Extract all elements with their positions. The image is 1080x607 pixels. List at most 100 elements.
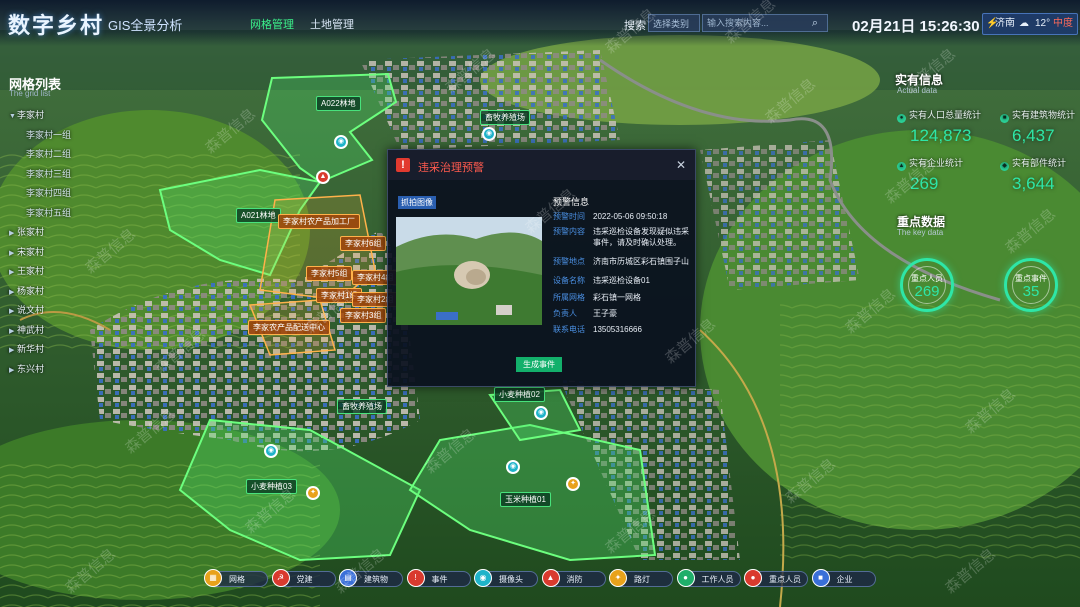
toolbar-party-button[interactable]: ☭ 党建 <box>271 569 336 587</box>
map-label-wheat-02[interactable]: 小麦种植02 <box>494 387 545 402</box>
chevron-right-icon: ▶ <box>9 269 15 276</box>
map-label-distribution-center[interactable]: 李家农产品配送中心 <box>248 320 330 335</box>
key-events-value: 35 <box>1022 283 1040 300</box>
toolbar-fire-button[interactable]: ▲ 消防 <box>541 569 606 587</box>
cloud-icon: ☁ <box>1019 18 1029 29</box>
map-label-livestock-farm[interactable]: 畜牧养殖场 <box>480 110 530 125</box>
staff-icon: ● <box>676 569 695 587</box>
app-subtitle: GIS全景分析 <box>108 18 183 33</box>
stat-component-value: 3,644 <box>1012 174 1055 193</box>
category-select[interactable]: 选择类别 <box>648 14 700 32</box>
key-persons-ring[interactable]: 重点人员 269 <box>900 258 954 312</box>
stat-company-value: 269 <box>910 174 939 193</box>
grid-item[interactable]: ▶ 王家村 <box>9 264 44 277</box>
toolbar-event-button[interactable]: ! 事件 <box>406 569 471 587</box>
warning-icon: ! <box>396 158 410 172</box>
people-icon: ● <box>897 114 906 123</box>
toolbar-building-button[interactable]: ▤ 建筑物 <box>339 569 403 587</box>
air-quality: 中度 <box>1053 18 1073 29</box>
grid-item[interactable]: ▼李家村 <box>9 108 44 121</box>
map-label-forest-a022[interactable]: A022林地 <box>316 96 361 111</box>
camera-pin-icon[interactable]: ◉ <box>482 127 496 141</box>
toolbar-streetlight-button[interactable]: ✦ 路灯 <box>609 569 673 587</box>
stat-population-value: 124,873 <box>910 126 972 145</box>
stat-building-value: 6,437 <box>1012 126 1055 145</box>
close-icon[interactable]: ✕ <box>676 158 686 172</box>
camera-pin-icon[interactable]: ◉ <box>334 135 348 149</box>
toolbar-grid-button[interactable]: ▦ 网格 <box>204 569 268 587</box>
chevron-right-icon: ▶ <box>9 327 15 335</box>
key-persons-value: 269 <box>914 283 940 300</box>
camera-pin-icon[interactable]: ◉ <box>506 460 520 474</box>
stat-population-label: ● 实有人口总量统计 <box>897 108 981 123</box>
chevron-right-icon: ▶ <box>9 366 15 374</box>
grid-list-subtitle: The grid list <box>9 89 51 98</box>
streetlight-icon: ✦ <box>609 569 627 587</box>
grid-item[interactable]: ▶ 新华村 <box>9 342 44 355</box>
captured-photo[interactable] <box>396 217 542 325</box>
generate-event-button[interactable]: 生成事件 <box>516 357 562 372</box>
grid-item[interactable]: ▶ 东兴村 <box>9 362 44 375</box>
camera-pin-icon[interactable]: ◉ <box>264 444 278 458</box>
top-header: 数字乡村 GIS全景分析 网格管理 土地管理 搜索 选择类别 ⌕ 02月21日 … <box>0 0 1080 46</box>
toolbar-staff-button[interactable]: ● 工作人员 <box>676 569 741 587</box>
toolbar-company-button[interactable]: ■ 企业 <box>811 569 876 587</box>
camera-pin-icon[interactable]: ◉ <box>534 406 548 420</box>
grid-item[interactable]: ▶ 神武村 <box>9 323 44 336</box>
building-icon: ▤ <box>339 569 357 587</box>
grid-subitem[interactable]: 李家村四组 <box>26 186 71 199</box>
toolbar-label: 企业 <box>836 575 853 584</box>
streetlight-pin-icon[interactable]: ✦ <box>566 477 580 491</box>
tab-grid-management[interactable]: 网格管理 <box>250 16 294 32</box>
key-events-ring[interactable]: 重点事件 35 <box>1004 258 1058 312</box>
grid-item[interactable]: ▶ 说文村 <box>9 303 44 316</box>
company-icon: ▲ <box>897 162 906 171</box>
chevron-right-icon: ▶ <box>9 288 15 296</box>
map-label-group-3[interactable]: 李家村3组 <box>340 308 387 323</box>
camera-icon: ◉ <box>474 569 492 587</box>
chevron-right-icon: ▶ <box>9 347 15 354</box>
tab-land-management[interactable]: 土地管理 <box>310 16 354 32</box>
grid-subitem[interactable]: 李家村三组 <box>26 167 71 180</box>
stat-building-label: ■ 实有建筑物统计 <box>1000 108 1075 123</box>
map-label-processing-plant[interactable]: 李家村农产品加工厂 <box>278 214 360 229</box>
grid-item[interactable]: ▶ 宋家村 <box>9 245 44 258</box>
dialog-header: ! 违采治理预警 ✕ <box>388 150 695 180</box>
fire-pin-icon[interactable]: ▲ <box>316 170 330 184</box>
map-label-corn-01[interactable]: 玉米种植01 <box>500 492 551 507</box>
streetlight-pin-icon[interactable]: ✦ <box>306 486 320 500</box>
alert-info-title: 预警信息 <box>553 197 590 207</box>
search-icon[interactable]: ⌕ <box>808 16 822 30</box>
toolbar-camera-button[interactable]: ◉ 摄像头 <box>474 569 538 587</box>
chevron-down-icon: ▼ <box>9 113 16 120</box>
toolbar-label: 消防 <box>566 575 583 584</box>
fire-icon: ▲ <box>541 569 560 587</box>
stat-component-label: ◆ 实有部件统计 <box>1000 156 1066 171</box>
app-logo: 数字乡村 <box>8 13 105 38</box>
grid-subitem[interactable]: 李家村一组 <box>26 128 71 141</box>
party-icon: ☭ <box>271 569 290 587</box>
grid-subitem[interactable]: 李家村五组 <box>26 206 71 219</box>
grid-item[interactable]: ▶ 杨家村 <box>9 284 44 297</box>
grid-subitem[interactable]: 李家村二组 <box>26 147 71 160</box>
map-label-forest-a021[interactable]: A021林地 <box>236 208 281 223</box>
grid-item[interactable]: ▶ 张家村 <box>9 225 44 238</box>
chevron-right-icon: ▶ <box>9 249 15 257</box>
map-label-group-5[interactable]: 李家村5组 <box>306 266 353 281</box>
search-label: 搜索 <box>624 20 646 32</box>
weather-city: 济南 <box>995 18 1015 29</box>
toolbar-label: 摄像头 <box>499 575 523 584</box>
toolbar-label: 建筑物 <box>364 575 388 584</box>
component-icon: ◆ <box>1000 162 1009 171</box>
event-icon: ! <box>406 569 425 587</box>
toolbar-label: 网格 <box>229 575 245 584</box>
map-label-wheat-03[interactable]: 小麦种植03 <box>246 479 297 494</box>
stat-company-label: ▲ 实有企业统计 <box>897 158 964 171</box>
dialog-title: 违采治理预警 <box>418 162 484 174</box>
building-icon: ■ <box>1000 114 1009 123</box>
map-label-group-6[interactable]: 李家村6组 <box>340 236 387 251</box>
captured-image-tag: 抓拍图像 <box>398 196 436 209</box>
map-label-livestock-farm-2[interactable]: 畜牧养殖场 <box>337 399 387 414</box>
toolbar-keyperson-button[interactable]: ● 重点人员 <box>744 569 808 587</box>
toolbar-label: 党建 <box>296 575 313 584</box>
